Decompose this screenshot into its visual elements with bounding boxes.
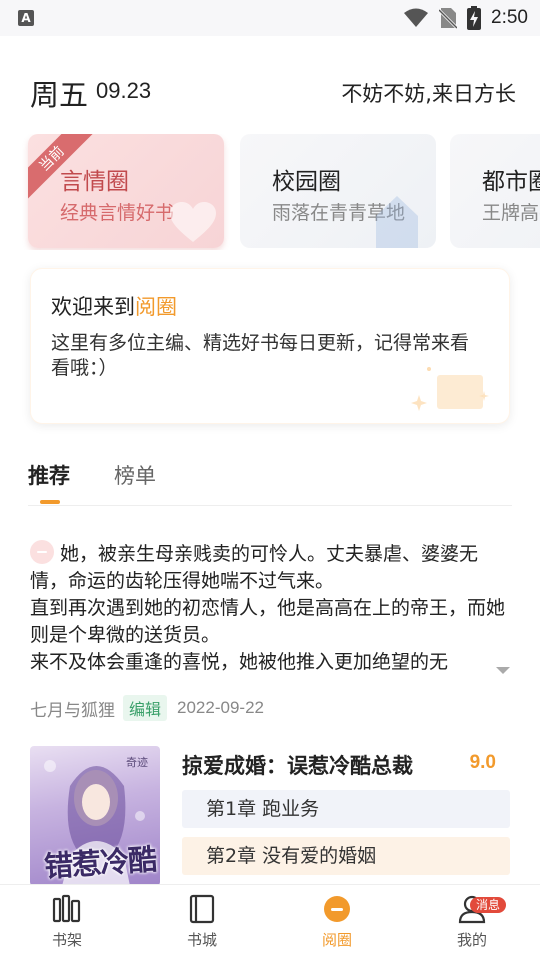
cover-publisher: 奇迹: [126, 756, 148, 769]
chapter-item[interactable]: 第1章 跑业务: [182, 790, 510, 828]
expand-arrow-icon[interactable]: [496, 667, 510, 674]
book-cover[interactable]: 奇迹 错惹冷酷: [30, 746, 160, 886]
header: 周五 09.23 不妨不妨,来日方长: [0, 36, 540, 132]
welcome-card: 欢迎来到阅圈 这里有多位主编、精选好书每日更新，记得常来看看哦：）: [30, 268, 510, 424]
post-author[interactable]: 七月与狐狸: [30, 696, 115, 721]
status-icons: 2:50: [403, 4, 528, 32]
tab-indicator: [40, 500, 60, 504]
post-excerpt[interactable]: 她，被亲生母亲贱卖的可怜人。丈夫暴虐、婆婆无情，命运的齿轮压得她喘不过气来。 直…: [30, 540, 514, 680]
circle-chat-icon: [324, 896, 350, 922]
nav-bookshelf[interactable]: 书架: [27, 893, 107, 957]
post-text: 她，被亲生母亲贱卖的可怜人。丈夫暴虐、婆婆无情，命运的齿轮压得她喘不过气来。 直…: [30, 543, 506, 673]
bottom-nav: 书架 书城 阅圈 我的 消息: [0, 884, 540, 960]
editor-badge: 编辑: [123, 695, 168, 721]
clock: 2:50: [491, 7, 528, 28]
nav-label: 书城: [186, 931, 217, 949]
tab-recommend[interactable]: 推荐: [28, 460, 70, 490]
circle-title: 校园圈: [272, 169, 341, 195]
gift-box-icon: [411, 367, 489, 411]
nav-profile[interactable]: 我的 消息: [432, 893, 512, 957]
nav-bookstore[interactable]: 书城: [162, 893, 242, 957]
book-card[interactable]: 奇迹 错惹冷酷 掠爱成婚：误惹冷酷总裁 9.0 第1章 跑业务 第2章 没有爱的…: [30, 746, 514, 886]
tab-ranking[interactable]: 榜单: [114, 460, 156, 490]
circle-subtitle: 经典言情好书: [60, 202, 175, 224]
bookshelf-icon: [52, 894, 81, 923]
date: 09.23: [96, 78, 152, 103]
nav-label: 书架: [51, 931, 82, 949]
weekday: 周五: [30, 78, 89, 112]
tab-divider: [28, 505, 512, 506]
circle-title: 都市圈: [482, 169, 540, 195]
status-bar: A 2:50: [0, 0, 540, 36]
nav-label: 我的: [456, 931, 487, 949]
book-icon: [189, 894, 215, 924]
content-tabs: 推荐 榜单: [0, 452, 540, 506]
post-text-block: 她，被亲生母亲贱卖的可怜人。丈夫暴虐、婆婆无情，命运的齿轮压得她喘不过气来。 直…: [30, 540, 514, 675]
welcome-title-prefix: 欢迎来到: [51, 295, 135, 319]
quote-icon: [30, 540, 54, 564]
book-score: 9.0: [469, 752, 496, 773]
cover-title: 错惹冷酷: [43, 842, 158, 884]
slogan: 不妨不妨,来日方长: [341, 82, 516, 106]
circle-card-campus[interactable]: 校园圈 雨落在青青草地: [240, 134, 436, 248]
post-meta: 七月与狐狸 编辑 2022-09-22: [30, 694, 264, 722]
battery-charging-icon: [467, 6, 482, 30]
message-badge: 消息: [469, 897, 506, 913]
school-icon: [376, 196, 418, 248]
nav-reading-circle[interactable]: 阅圈: [297, 893, 377, 957]
post-date: 2022-09-22: [177, 698, 264, 717]
heart-icon: [170, 202, 216, 242]
circle-carousel[interactable]: 当前 言情圈 经典言情好书 校园圈 雨落在青青草地 都市圈 王牌高手: [0, 134, 540, 250]
app-notification-icon: A: [18, 10, 34, 26]
book-title[interactable]: 掠爱成婚：误惹冷酷总裁: [182, 750, 413, 780]
nav-label: 阅圈: [321, 931, 352, 949]
circle-title: 言情圈: [60, 169, 129, 195]
no-sim-icon: [439, 8, 458, 29]
welcome-title: 欢迎来到阅圈: [51, 291, 177, 321]
circle-card-romance[interactable]: 当前 言情圈 经典言情好书: [28, 134, 224, 248]
chapter-item[interactable]: 第2章 没有爱的婚姻: [182, 837, 510, 875]
circle-subtitle: 王牌高手: [482, 202, 540, 224]
circle-card-urban[interactable]: 都市圈 王牌高手: [450, 134, 540, 248]
welcome-title-highlight: 阅圈: [135, 295, 177, 319]
wifi-icon: [404, 8, 429, 27]
